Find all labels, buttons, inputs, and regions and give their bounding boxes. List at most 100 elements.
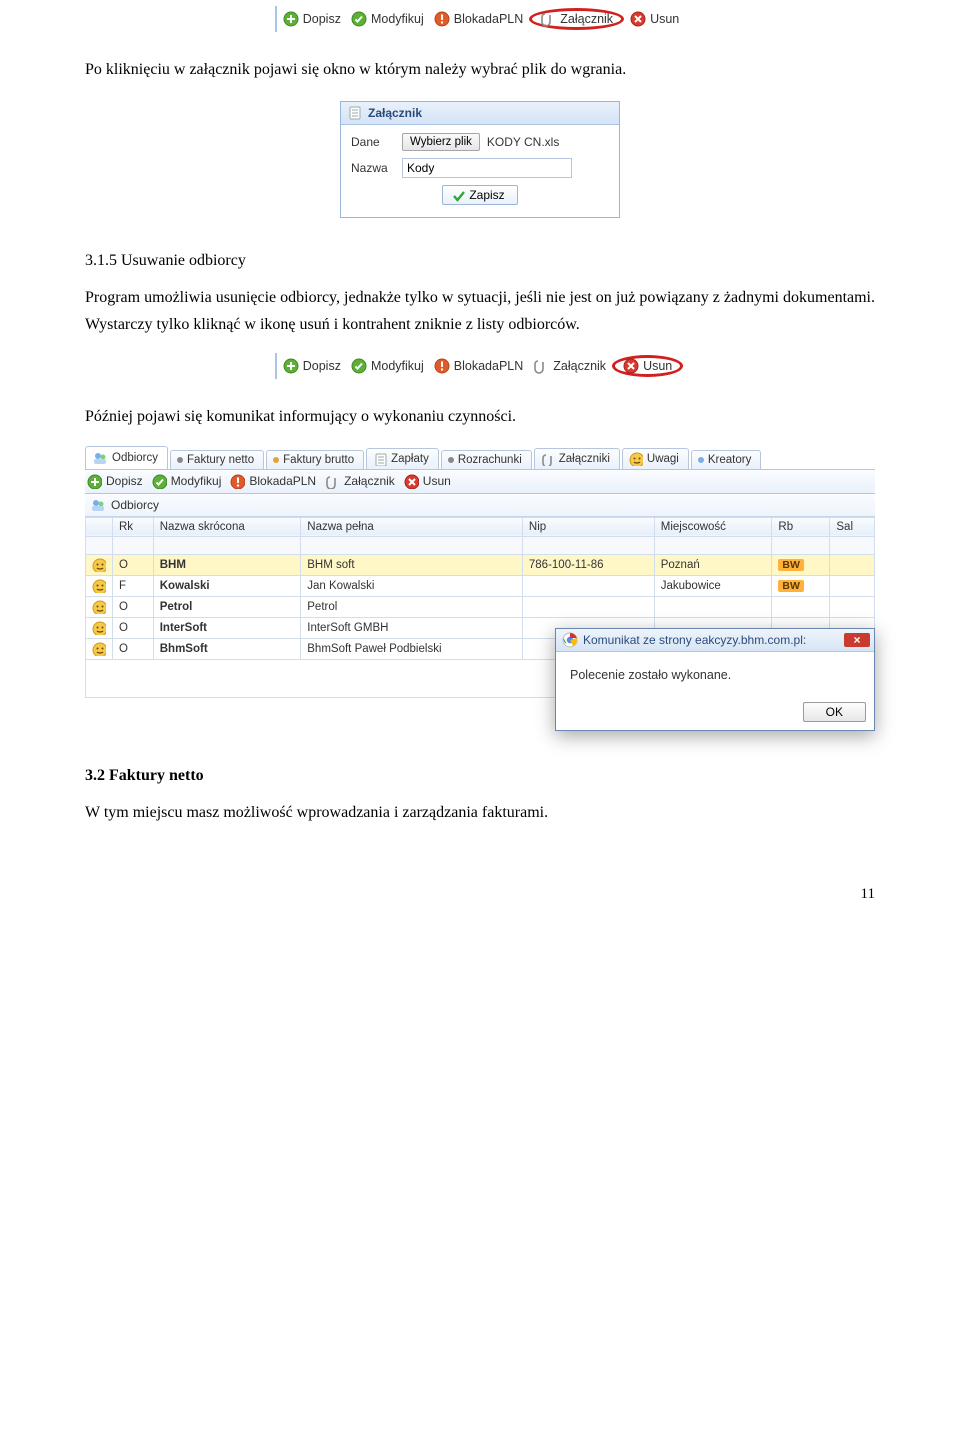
tab-zaplaty[interactable]: Zapłaty xyxy=(366,448,439,469)
col-sal: Sal xyxy=(830,517,875,536)
toolbar-mid-modyfikuj-label: Modyfikuj xyxy=(371,359,424,373)
users-icon xyxy=(92,450,108,466)
tab-faktury-brutto[interactable]: Faktury brutto xyxy=(266,450,364,469)
toolbar-mid: Dopisz Modyfikuj BlokadaPLN Załącznik Us… xyxy=(275,353,686,379)
zalacznik-dialog-title-text: Załącznik xyxy=(368,106,422,120)
tab-row: Odbiorcy Faktury netto Faktury brutto Za… xyxy=(85,444,875,470)
col-rb: Rb xyxy=(772,517,830,536)
dot-icon xyxy=(698,457,704,463)
cell-miejscowosc: Jakubowice xyxy=(654,575,772,596)
alert-body-text: Polecenie zostało wykonane. xyxy=(556,652,874,698)
app-screenshot: Odbiorcy Faktury netto Faktury brutto Za… xyxy=(85,444,875,731)
col-nazwa-skr: Nazwa skrócona xyxy=(153,517,301,536)
tab-kreatory-label: Kreatory xyxy=(708,454,751,466)
action-usun[interactable]: Usun xyxy=(404,474,451,489)
col-nazwa-pelna: Nazwa pełna xyxy=(301,517,523,536)
cell-rk: F xyxy=(113,575,154,596)
cell-miejscowosc: Poznań xyxy=(654,554,772,575)
tab-rozrachunki-label: Rozrachunki xyxy=(458,454,522,466)
table-row[interactable]: FKowalskiJan KowalskiJakubowiceBW xyxy=(86,575,875,596)
cell-nazwa-pelna: InterSoft GMBH xyxy=(301,617,523,638)
table-row[interactable]: OPetrolPetrol xyxy=(86,596,875,617)
tab-kreatory[interactable]: Kreatory xyxy=(691,450,761,469)
paperclip-icon xyxy=(541,452,555,466)
toolbar-top-modyfikuj-label: Modyfikuj xyxy=(371,12,424,26)
section-315-body: Program umożliwia usunięcie odbiorcy, je… xyxy=(85,284,875,338)
paperclip-icon xyxy=(540,11,556,27)
toolbar-mid-zalacznik[interactable]: Załącznik xyxy=(533,358,606,374)
section-32-body: W tym miejscu masz możliwość wprowadzani… xyxy=(85,799,875,826)
zalacznik-dialog: Załącznik Dane Wybierz plik KODY CN.xls … xyxy=(340,101,620,218)
row-icon xyxy=(86,638,113,659)
cell-nazwa-pelna: BHM soft xyxy=(301,554,523,575)
x-icon xyxy=(623,358,639,374)
cell-nazwa-skr: InterSoft xyxy=(153,617,301,638)
action-blokada[interactable]: BlokadaPLN xyxy=(230,474,316,489)
dane-label: Dane xyxy=(351,135,395,149)
toolbar-top-blokada[interactable]: BlokadaPLN xyxy=(434,11,524,27)
toolbar-mid-blokada[interactable]: BlokadaPLN xyxy=(434,358,524,374)
action-modyfikuj[interactable]: Modyfikuj xyxy=(152,474,222,489)
tab-odbiorcy[interactable]: Odbiorcy xyxy=(85,446,168,469)
tab-rozrachunki[interactable]: Rozrachunki xyxy=(441,450,532,469)
tab-uwagi-label: Uwagi xyxy=(647,453,679,465)
table-filter-row[interactable] xyxy=(86,536,875,554)
cell-nip xyxy=(522,575,654,596)
toolbar-top-dopisz[interactable]: Dopisz xyxy=(283,11,341,27)
toolbar-mid-dopisz[interactable]: Dopisz xyxy=(283,358,341,374)
toolbar-top-zalacznik-label: Załącznik xyxy=(560,12,613,26)
alert-close-button[interactable]: × xyxy=(844,633,870,647)
page-number: 11 xyxy=(85,886,875,903)
dot-icon xyxy=(273,457,279,463)
cell-nazwa-skr: Petrol xyxy=(153,596,301,617)
smile-icon xyxy=(629,452,643,466)
section-32-head: 3.2 Faktury netto xyxy=(85,767,875,785)
nazwa-label: Nazwa xyxy=(351,161,395,175)
toolbar-mid-usun[interactable]: Usun xyxy=(623,358,672,374)
paragraph-1: Po kliknięciu w załącznik pojawi się okn… xyxy=(85,56,875,83)
check-icon xyxy=(351,358,367,374)
action-zalacznik[interactable]: Załącznik xyxy=(325,474,395,489)
cell-rb: BW xyxy=(772,554,830,575)
col-rk: Rk xyxy=(113,517,154,536)
zalacznik-dialog-title: Załącznik xyxy=(341,102,619,125)
panel-title-text: Odbiorcy xyxy=(111,498,159,512)
choose-file-button[interactable]: Wybierz plik xyxy=(402,133,480,151)
action-zalacznik-label: Załącznik xyxy=(344,474,395,488)
zapisz-button-label: Zapisz xyxy=(469,188,504,202)
cell-nazwa-pelna: Petrol xyxy=(301,596,523,617)
action-dopisz[interactable]: Dopisz xyxy=(87,474,143,489)
table-row[interactable]: OBHMBHM soft786-100-11-86PoznańBW xyxy=(86,554,875,575)
cell-sal xyxy=(830,575,875,596)
alert-title-bar: Komunikat ze strony eakcyzy.bhm.com.pl: … xyxy=(556,629,874,652)
toolbar-top-usun[interactable]: Usun xyxy=(630,11,679,27)
tab-zalaczniki-label: Załączniki xyxy=(559,453,610,465)
tab-zalaczniki[interactable]: Załączniki xyxy=(534,448,620,469)
cell-rk: O xyxy=(113,638,154,659)
toolbar-top-zalacznik[interactable]: Załącznik xyxy=(540,11,613,27)
action-usun-label: Usun xyxy=(423,474,451,488)
cell-nazwa-skr: Kowalski xyxy=(153,575,301,596)
toolbar-top-modyfikuj[interactable]: Modyfikuj xyxy=(351,11,424,27)
cell-nazwa-pelna: BhmSoft Paweł Podbielski xyxy=(301,638,523,659)
cell-nazwa-skr: BHM xyxy=(153,554,301,575)
paperclip-icon xyxy=(533,358,549,374)
x-icon xyxy=(630,11,646,27)
page-icon xyxy=(347,105,363,121)
cell-sal xyxy=(830,596,875,617)
nazwa-input[interactable] xyxy=(402,158,572,178)
action-dopisz-label: Dopisz xyxy=(106,474,143,488)
plus-icon xyxy=(283,358,299,374)
tab-zaplaty-label: Zapłaty xyxy=(391,453,429,465)
zapisz-button[interactable]: Zapisz xyxy=(442,185,517,205)
col-miejscowosc: Miejscowość xyxy=(654,517,772,536)
alert-ok-button[interactable]: OK xyxy=(803,702,866,722)
toolbar-mid-modyfikuj[interactable]: Modyfikuj xyxy=(351,358,424,374)
tab-faktury-netto[interactable]: Faktury netto xyxy=(170,450,264,469)
paperclip-icon xyxy=(325,474,340,489)
tick-icon xyxy=(451,188,465,202)
tab-uwagi[interactable]: Uwagi xyxy=(622,448,689,469)
cell-rk: O xyxy=(113,617,154,638)
section-315-head: 3.1.5 Usuwanie odbiorcy xyxy=(85,252,875,270)
bang-icon xyxy=(434,358,450,374)
